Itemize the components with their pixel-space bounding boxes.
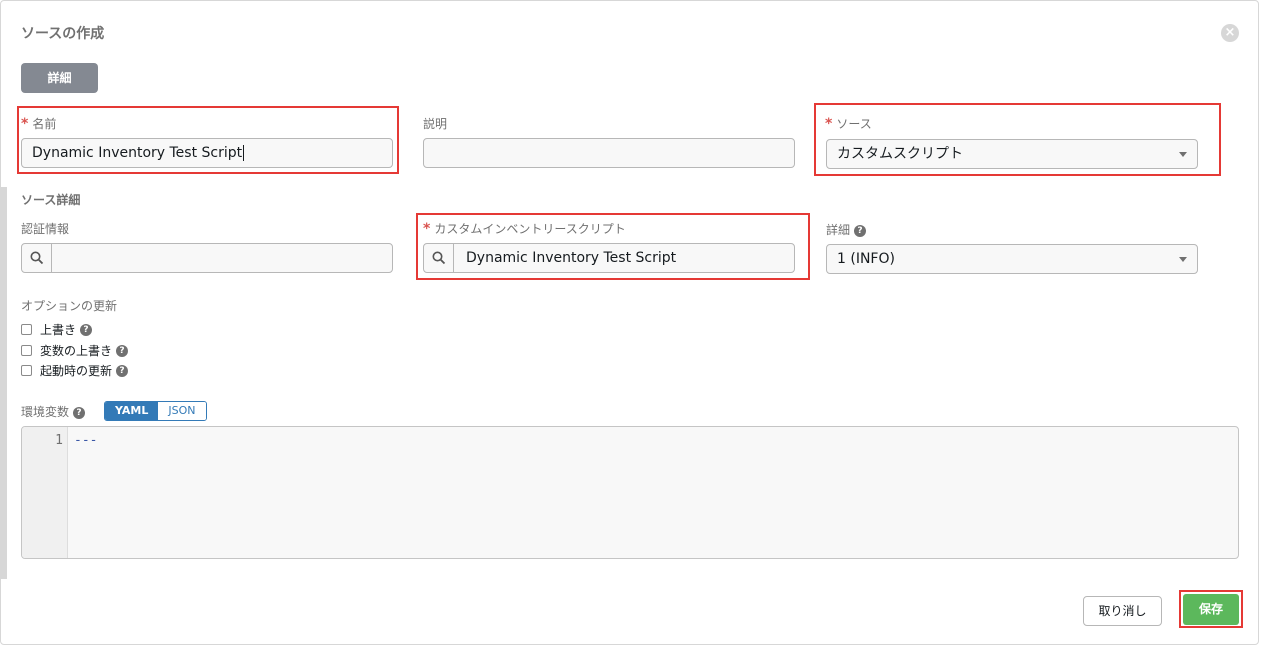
- help-icon[interactable]: ?: [116, 364, 129, 377]
- dialog-title: ソースの作成: [21, 26, 105, 42]
- cancel-button[interactable]: 取り消し: [1083, 596, 1162, 626]
- line-number-gutter: 1: [22, 427, 68, 558]
- overwrite-label: 上書き: [40, 323, 77, 337]
- update-on-launch-checkbox[interactable]: [21, 365, 32, 376]
- credential-input[interactable]: [52, 244, 392, 272]
- search-icon[interactable]: [424, 244, 454, 272]
- update-options-label: オプションの更新: [21, 299, 118, 313]
- update-on-launch-option: 起動時の更新 ?: [21, 362, 129, 379]
- line-number: 1: [55, 433, 63, 448]
- overwrite-option: 上書き ?: [21, 321, 93, 338]
- close-icon[interactable]: ×: [1221, 24, 1239, 42]
- credential-label: 認証情報: [21, 222, 70, 236]
- help-icon[interactable]: ?: [73, 406, 86, 419]
- help-icon[interactable]: ?: [854, 224, 867, 237]
- update-on-launch-label: 起動時の更新: [40, 364, 113, 378]
- source-select[interactable]: カスタムスクリプト: [826, 139, 1198, 169]
- save-button[interactable]: 保存: [1183, 594, 1239, 625]
- overwrite-vars-option: 変数の上書き ?: [21, 342, 129, 359]
- source-label: * ソース: [825, 116, 872, 132]
- description-input[interactable]: [423, 138, 795, 168]
- custom-script-label: * カスタムインベントリースクリプト: [423, 221, 626, 237]
- env-vars-label: 環境変数?: [21, 403, 86, 420]
- env-vars-editor[interactable]: 1 ---: [21, 426, 1239, 559]
- help-icon[interactable]: ?: [80, 323, 93, 336]
- chevron-down-icon: [1179, 152, 1187, 157]
- overwrite-vars-checkbox[interactable]: [21, 345, 32, 356]
- source-details-title: ソース詳細: [21, 193, 81, 207]
- verbosity-label: 詳細?: [826, 221, 867, 238]
- section-divider: [1, 187, 7, 579]
- name-input[interactable]: Dynamic Inventory Test Script: [21, 138, 393, 168]
- search-icon[interactable]: [22, 244, 52, 272]
- yaml-toggle-button[interactable]: YAML: [105, 402, 159, 420]
- description-label: 説明: [423, 117, 448, 131]
- overwrite-checkbox[interactable]: [21, 324, 32, 335]
- verbosity-select[interactable]: 1 (INFO): [826, 244, 1198, 274]
- credential-lookup: [21, 243, 393, 273]
- tab-details[interactable]: 詳細: [21, 63, 98, 93]
- custom-script-lookup: Dynamic Inventory Test Script: [423, 243, 795, 273]
- json-toggle-button[interactable]: JSON: [158, 402, 206, 420]
- custom-script-input[interactable]: Dynamic Inventory Test Script: [454, 244, 794, 272]
- format-toggle: YAML JSON: [104, 401, 207, 421]
- overwrite-vars-label: 変数の上書き: [40, 344, 113, 358]
- chevron-down-icon: [1179, 257, 1187, 262]
- create-source-dialog: ソースの作成 × 詳細 * 名前 Dynamic Inventory Test S…: [0, 0, 1259, 645]
- help-icon[interactable]: ?: [116, 344, 129, 357]
- name-label: * 名前: [21, 116, 57, 132]
- code-content[interactable]: ---: [74, 433, 97, 448]
